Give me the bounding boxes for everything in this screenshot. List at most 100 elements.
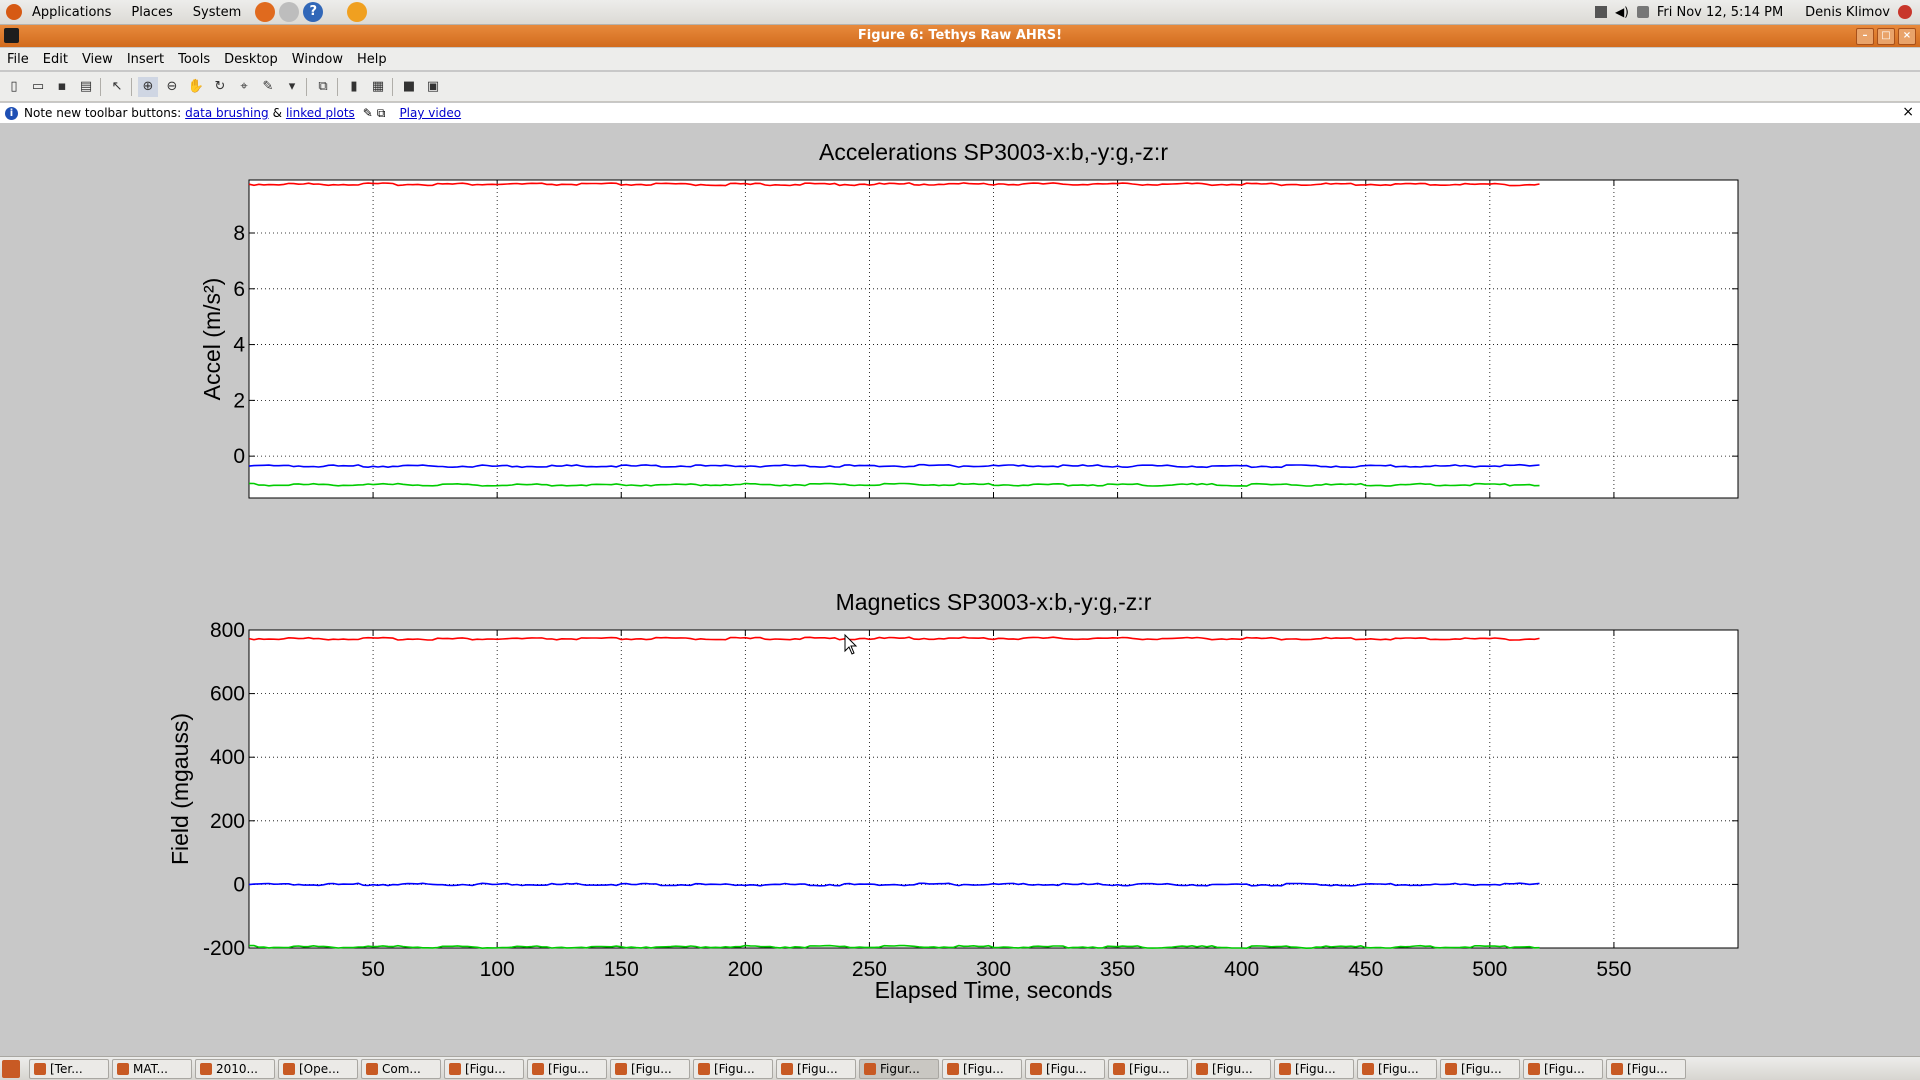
maximize-icon[interactable]: □: [1877, 28, 1895, 45]
window-icon: [1445, 1062, 1457, 1075]
window-icon: [864, 1062, 876, 1075]
menu-window[interactable]: Window: [285, 52, 350, 67]
figure-toolbar: ▯ ▭ ▪ ▤ ↖ ⊕ ⊖ ✋ ↻ ⌖ ✎ ▾ ⧉ ▮ ▦ ■ ▣: [0, 72, 1920, 102]
taskbar-item[interactable]: [Figu...: [444, 1058, 524, 1079]
insert-colorbar-icon[interactable]: ▮: [344, 77, 364, 97]
y-tick-label: 6: [233, 278, 245, 301]
play-video-link[interactable]: Play video: [399, 106, 461, 120]
mail-icon[interactable]: [279, 2, 300, 22]
figure-canvas[interactable]: 0 2 4 6 8 Accelerations SP3003-x:b,-y:g,-z:r A…: [0, 124, 1920, 1056]
taskbar-item[interactable]: [Figu...: [527, 1058, 607, 1079]
save-icon[interactable]: ▪: [52, 77, 72, 97]
insert-legend-icon[interactable]: ▦: [368, 77, 388, 97]
taskbar-item[interactable]: MAT...: [112, 1058, 192, 1079]
network-icon[interactable]: [1594, 6, 1607, 18]
y-tick-label: 800: [210, 619, 245, 642]
applications-menu[interactable]: Applications: [22, 5, 121, 20]
new-figure-icon[interactable]: ▯: [4, 77, 24, 97]
taskbar-item-label: [Figu...: [548, 1061, 589, 1076]
linked-plots-link[interactable]: linked plots: [286, 106, 355, 120]
taskbar-item-label: MAT...: [133, 1061, 168, 1076]
system-menu[interactable]: System: [183, 5, 251, 20]
taskbar-item[interactable]: [Figu...: [1440, 1058, 1520, 1079]
taskbar-item[interactable]: [Figu...: [1108, 1058, 1188, 1079]
firefox-icon[interactable]: [255, 2, 276, 22]
taskbar-item[interactable]: [Figu...: [942, 1058, 1022, 1079]
x-tick-label: 400: [1224, 958, 1259, 981]
window-titlebar[interactable]: Figure 6: Tethys Raw AHRS! – □ ×: [0, 25, 1920, 47]
places-menu[interactable]: Places: [121, 5, 182, 20]
matlab-window-icon[interactable]: [4, 28, 19, 43]
y-tick-label: 0: [233, 445, 245, 468]
y-axis-label: Accel (m/s²): [199, 278, 225, 401]
data-cursor-icon[interactable]: ⌖: [234, 77, 254, 97]
panel-tray: ◀) Fri Nov 12, 5:14 PM Denis Klimov: [1594, 0, 1912, 24]
menu-insert[interactable]: Insert: [120, 52, 171, 67]
window-icon: [117, 1062, 129, 1075]
help-icon[interactable]: ?: [303, 2, 324, 22]
taskbar-item[interactable]: Figur...: [859, 1058, 939, 1079]
minimize-icon[interactable]: –: [1856, 28, 1874, 45]
taskbar-item[interactable]: [Figu...: [1274, 1058, 1354, 1079]
taskbar-item[interactable]: [Figu...: [1606, 1058, 1686, 1079]
zoom-in-icon[interactable]: ⊕: [138, 76, 158, 97]
taskbar-item[interactable]: [Figu...: [776, 1058, 856, 1079]
menu-help[interactable]: Help: [350, 52, 394, 67]
y-axis-label: Field (mgauss): [167, 713, 193, 865]
link-plot-icon[interactable]: ⧉: [313, 77, 333, 97]
close-window-icon[interactable]: ×: [1898, 28, 1916, 45]
toolbar-separator: [337, 77, 340, 96]
rotate-3d-icon[interactable]: ↻: [210, 77, 230, 97]
menu-view[interactable]: View: [75, 52, 120, 67]
taskbar-item[interactable]: [Figu...: [610, 1058, 690, 1079]
taskbar-item-label: [Figu...: [1627, 1061, 1668, 1076]
data-brushing-icon[interactable]: ✎: [258, 77, 278, 97]
hide-plot-tools-icon[interactable]: ■: [399, 77, 419, 97]
print-icon[interactable]: ▤: [76, 77, 96, 97]
taskbar-item[interactable]: [Figu...: [1025, 1058, 1105, 1079]
menu-desktop[interactable]: Desktop: [217, 52, 285, 67]
user-name[interactable]: Denis Klimov: [1805, 5, 1890, 20]
taskbar-item[interactable]: 2010...: [195, 1058, 275, 1079]
close-notice-icon[interactable]: ×: [1902, 104, 1914, 120]
volume-icon[interactable]: ◀): [1615, 5, 1629, 19]
taskbar-item[interactable]: Com...: [361, 1058, 441, 1079]
open-file-icon[interactable]: ▭: [28, 77, 48, 97]
window-icon: [1611, 1062, 1623, 1075]
ubuntu-logo-icon[interactable]: [6, 4, 22, 20]
y-tick-label: 200: [210, 810, 245, 833]
brush-dropdown-icon[interactable]: ▾: [282, 77, 302, 97]
window-icon: [532, 1062, 544, 1075]
window-icon: [200, 1062, 212, 1075]
taskbar-item[interactable]: [Ope...: [278, 1058, 358, 1079]
taskbar-item[interactable]: [Figu...: [693, 1058, 773, 1079]
taskbar-item[interactable]: [Ter...: [29, 1058, 109, 1079]
clock[interactable]: Fri Nov 12, 5:14 PM: [1657, 5, 1783, 20]
menu-file[interactable]: File: [0, 52, 36, 67]
show-plot-tools-icon[interactable]: ▣: [423, 77, 443, 97]
y-tick-label: -200: [203, 937, 245, 960]
taskbar-item[interactable]: [Figu...: [1191, 1058, 1271, 1079]
zoom-out-icon[interactable]: ⊖: [162, 77, 182, 97]
edit-plot-arrow-icon[interactable]: ↖: [107, 77, 127, 97]
power-icon[interactable]: [1898, 5, 1912, 19]
data-brushing-link[interactable]: data brushing: [185, 106, 268, 120]
plots-svg[interactable]: 0 2 4 6 8 Accelerations SP3003-x:b,-y:g,-z:r A…: [0, 124, 1920, 1056]
window-icon: [1528, 1062, 1540, 1075]
taskbar-item[interactable]: [Figu...: [1357, 1058, 1437, 1079]
window-icon: [1279, 1062, 1291, 1075]
x-tick-label: 200: [728, 958, 763, 981]
axes-1-background: [248, 179, 1739, 499]
notice-text: Note new toolbar buttons:: [24, 106, 182, 120]
y-tick-label: 600: [210, 683, 245, 706]
update-notifier-icon[interactable]: [347, 2, 368, 22]
pan-hand-icon[interactable]: ✋: [186, 77, 206, 97]
menu-edit[interactable]: Edit: [36, 52, 75, 67]
taskbar-item[interactable]: [Figu...: [1523, 1058, 1603, 1079]
window-icon: [449, 1062, 461, 1075]
taskbar-item-label: Com...: [382, 1061, 421, 1076]
show-desktop-icon[interactable]: [2, 1059, 20, 1078]
menu-tools[interactable]: Tools: [171, 52, 217, 67]
window-icon: [1113, 1062, 1125, 1075]
taskbar-item-label: [Figu...: [1295, 1061, 1336, 1076]
